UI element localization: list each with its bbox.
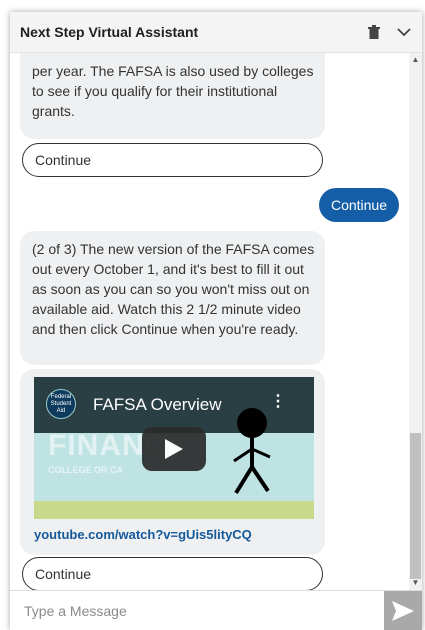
continue-button[interactable]: Continue	[22, 557, 323, 590]
chat-header: Next Step Virtual Assistant	[10, 12, 422, 53]
trash-icon[interactable]	[362, 20, 386, 44]
play-icon[interactable]	[142, 427, 206, 471]
video-player[interactable]: Federal Student Aid FAFSA Overview ⋮ FIN…	[34, 377, 314, 519]
scroll-down-arrow-icon[interactable]: ▼	[409, 576, 422, 590]
bot-message: per year. The FAFSA is also used by coll…	[20, 53, 325, 139]
user-message: Continue	[318, 188, 399, 222]
chat-transcript[interactable]: per year. The FAFSA is also used by coll…	[10, 53, 407, 590]
video-background-subtitle: COLLEGE OR CA	[48, 465, 124, 475]
video-title: FAFSA Overview	[93, 395, 222, 414]
message-input[interactable]: Type a Message	[24, 603, 127, 619]
continue-button[interactable]: Continue	[22, 143, 323, 177]
chevron-down-icon[interactable]	[392, 20, 416, 44]
send-button[interactable]	[384, 591, 422, 630]
video-link[interactable]: youtube.com/watch?v=gUis5lityCQ	[34, 527, 252, 542]
scroll-thumb[interactable]	[410, 433, 421, 579]
message-composer: Type a Message	[10, 590, 422, 630]
scroll-up-arrow-icon[interactable]: ▲	[409, 53, 422, 67]
send-icon	[392, 601, 414, 621]
walking-figure-icon	[233, 408, 271, 495]
video-ground	[34, 501, 314, 519]
chat-window: Next Step Virtual Assistant per year. Th…	[10, 12, 422, 630]
header-title: Next Step Virtual Assistant	[20, 24, 199, 40]
chat-scrollbar[interactable]: ▲ ▼	[409, 53, 422, 590]
bot-message: (2 of 3) The new version of the FAFSA co…	[20, 231, 325, 365]
federal-student-aid-logo: Federal Student Aid	[46, 389, 76, 419]
